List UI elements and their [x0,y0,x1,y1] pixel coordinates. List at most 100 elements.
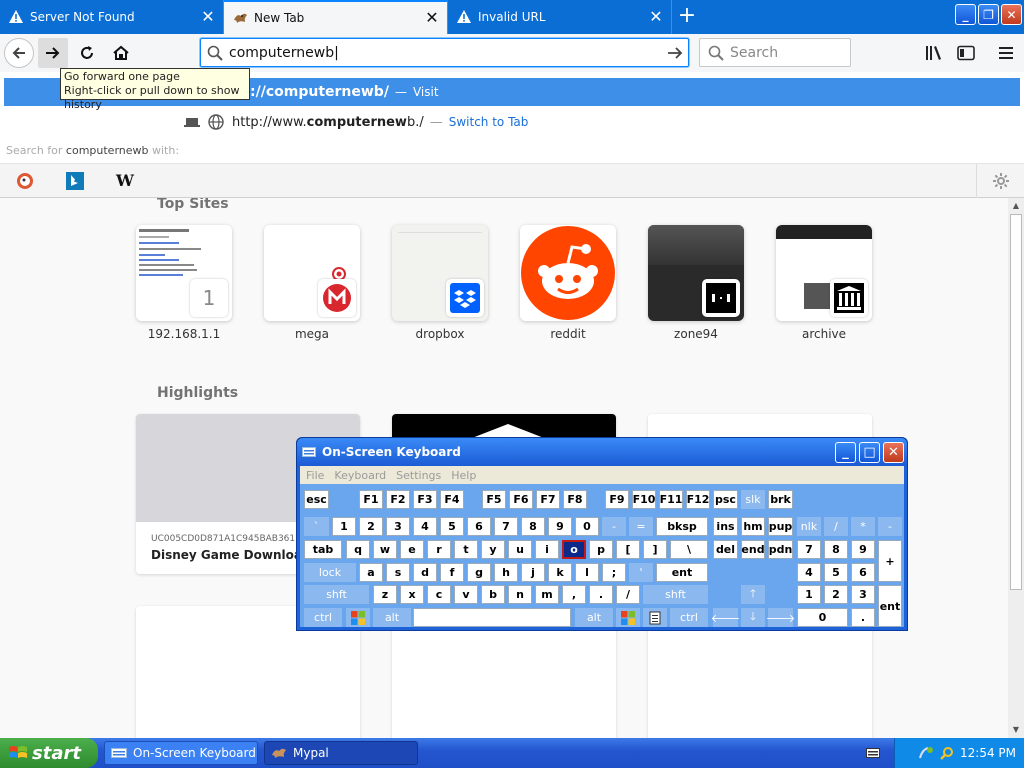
osk-key[interactable]: p [589,540,613,559]
osk-key[interactable]: 0 [797,608,848,627]
osk-key[interactable]: i [535,540,559,559]
osk-key[interactable]: F10 [632,490,656,509]
top-site-zone94[interactable]: zone94 [648,225,744,341]
osk-key[interactable]: . [589,585,613,604]
osk-key[interactable]: ins [713,517,738,536]
taskbar-item-mypal[interactable]: Mypal [264,741,418,765]
osk-key[interactable]: F5 [482,490,506,509]
wikipedia-icon[interactable]: W [100,164,150,198]
osk-key[interactable]: 0 [575,517,599,536]
osk-key[interactable]: ctrl [670,608,708,627]
reload-button[interactable] [72,38,102,68]
osk-menu-settings[interactable]: Settings [396,469,441,482]
osk-key[interactable]: 1 [797,585,821,604]
application-menu-key[interactable] [643,608,667,627]
tab-close-button[interactable]: ✕ [199,8,217,26]
osk-key[interactable]: F9 [605,490,629,509]
osk-key[interactable]: alt [373,608,411,627]
restore-button[interactable]: ❐ [978,4,999,25]
osk-key[interactable]: 4 [413,517,437,536]
osk-key[interactable]: . [851,608,875,627]
osk-key[interactable]: k [548,563,572,582]
go-arrow-icon[interactable] [662,45,688,61]
osk-menu-keyboard[interactable]: Keyboard [334,469,386,482]
scroll-thumb[interactable] [1010,214,1022,590]
search-tray-icon[interactable] [940,746,954,760]
osk-key[interactable]: alt [575,608,613,627]
osk-key[interactable]: = [629,517,653,536]
home-button[interactable] [106,38,136,68]
osk-key[interactable]: h [494,563,518,582]
osk-key[interactable]: j [521,563,545,582]
osk-key[interactable]: psc [713,490,738,509]
top-site-192-168-1-1[interactable]: 1 192.168.1.1 [136,225,232,341]
osk-close-button[interactable]: ✕ [883,441,904,463]
osk-key[interactable]: lock [304,563,356,582]
top-site-archive[interactable]: archive [776,225,872,341]
osk-key[interactable]: 3 [851,585,875,604]
osk-key[interactable]: 7 [797,540,821,559]
osk-key[interactable]: m [535,585,559,604]
osk-key[interactable]: shft [304,585,369,604]
osk-key[interactable]: 4 [797,563,821,582]
osk-key[interactable]: F1 [359,490,383,509]
osk-key[interactable]: F6 [509,490,533,509]
spacebar-key[interactable] [413,608,571,627]
osk-key[interactable]: n [508,585,532,604]
osk-key[interactable]: e [400,540,424,559]
keyboard-tray-icon[interactable] [866,747,880,762]
osk-key[interactable]: c [427,585,451,604]
osk-key[interactable]: - [602,517,626,536]
osk-key[interactable]: shft [643,585,708,604]
tab-new-tab[interactable]: New Tab ✕ [224,0,448,34]
osk-key[interactable]: / [616,585,640,604]
tab-close-button[interactable]: ✕ [647,8,665,26]
osk-key[interactable]: 2 [824,585,848,604]
osk-key[interactable]: F11 [659,490,683,509]
osk-key[interactable]: * [851,517,875,536]
osk-key[interactable]: d [413,563,437,582]
osk-key[interactable]: 9 [548,517,572,536]
search-bar[interactable]: Search [699,38,851,67]
duckduckgo-icon[interactable] [0,164,50,198]
osk-key[interactable]: a [359,563,383,582]
osk-key[interactable]: l [575,563,599,582]
osk-titlebar[interactable]: On-Screen Keyboard _ □ ✕ [297,438,907,466]
osk-key[interactable]: - [878,517,902,536]
top-site-dropbox[interactable]: dropbox [392,225,488,341]
forward-button[interactable] [38,38,68,68]
osk-key[interactable]: z [373,585,397,604]
osk-key[interactable]: 7 [494,517,518,536]
tab-invalid-url[interactable]: Invalid URL ✕ [448,0,672,34]
osk-key[interactable]: 5 [440,517,464,536]
osk-key[interactable]: 2 [359,517,383,536]
osk-key[interactable]: 3 [386,517,410,536]
osk-minimize-button[interactable]: _ [835,441,856,463]
osk-key-o-pressed[interactable]: o [562,540,586,559]
scroll-down-arrow[interactable]: ▼ [1008,722,1024,738]
osk-key[interactable]: del [713,540,738,559]
osk-key[interactable]: + [878,540,902,582]
search-settings-gear-icon[interactable] [976,163,1024,198]
osk-key[interactable]: w [373,540,397,559]
osk-maximize-button[interactable]: □ [859,441,880,463]
tab-server-not-found[interactable]: Server Not Found ✕ [0,0,224,34]
osk-key[interactable]: 1 [332,517,356,536]
osk-key[interactable]: F3 [413,490,437,509]
url-bar[interactable]: computernewb| [200,38,689,67]
osk-key[interactable]: u [508,540,532,559]
left-arrow-key[interactable]: 🡐 [711,608,740,627]
new-tab-button[interactable]: + [672,0,702,34]
library-icon[interactable] [924,43,944,63]
osk-key[interactable]: hm [741,517,765,536]
close-window-button[interactable]: ✕ [1001,4,1022,25]
osk-key[interactable]: b [481,585,505,604]
osk-key[interactable]: 5 [824,563,848,582]
osk-key[interactable]: x [400,585,424,604]
url-input[interactable]: computernewb| [229,45,662,61]
scroll-up-arrow[interactable]: ▲ [1008,198,1024,214]
osk-key[interactable]: bksp [656,517,708,536]
osk-key[interactable]: F8 [563,490,587,509]
osk-key[interactable]: t [454,540,478,559]
windows-logo-key[interactable] [346,608,370,627]
